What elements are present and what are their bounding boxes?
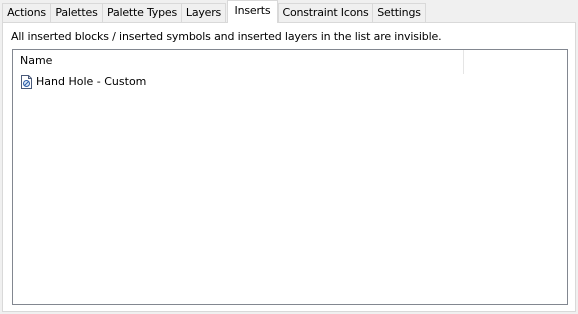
tab-constraint-icons[interactable]: Constraint Icons [278, 3, 373, 22]
tab-actions[interactable]: Actions [2, 3, 51, 22]
inserts-list[interactable]: Name Hand Hole - Custom [12, 49, 568, 305]
list-item[interactable]: Hand Hole - Custom [13, 74, 464, 90]
tab-strip: Actions Palettes Palette Types Layers In… [2, 0, 576, 23]
column-header-name[interactable]: Name [13, 50, 464, 74]
tab-palette-types[interactable]: Palette Types [102, 3, 182, 22]
tab-inserts[interactable]: Inserts [227, 0, 278, 23]
inserts-panel: All inserted blocks / inserted symbols a… [2, 22, 576, 312]
tab-settings[interactable]: Settings [372, 3, 426, 22]
inserts-info-text: All inserted blocks / inserted symbols a… [11, 30, 442, 43]
block-insert-icon [20, 75, 33, 89]
tab-layers[interactable]: Layers [181, 3, 226, 22]
list-item-label: Hand Hole - Custom [36, 75, 147, 88]
list-header: Name [13, 50, 567, 74]
tab-palettes[interactable]: Palettes [50, 3, 103, 22]
column-header-filler [464, 50, 567, 74]
